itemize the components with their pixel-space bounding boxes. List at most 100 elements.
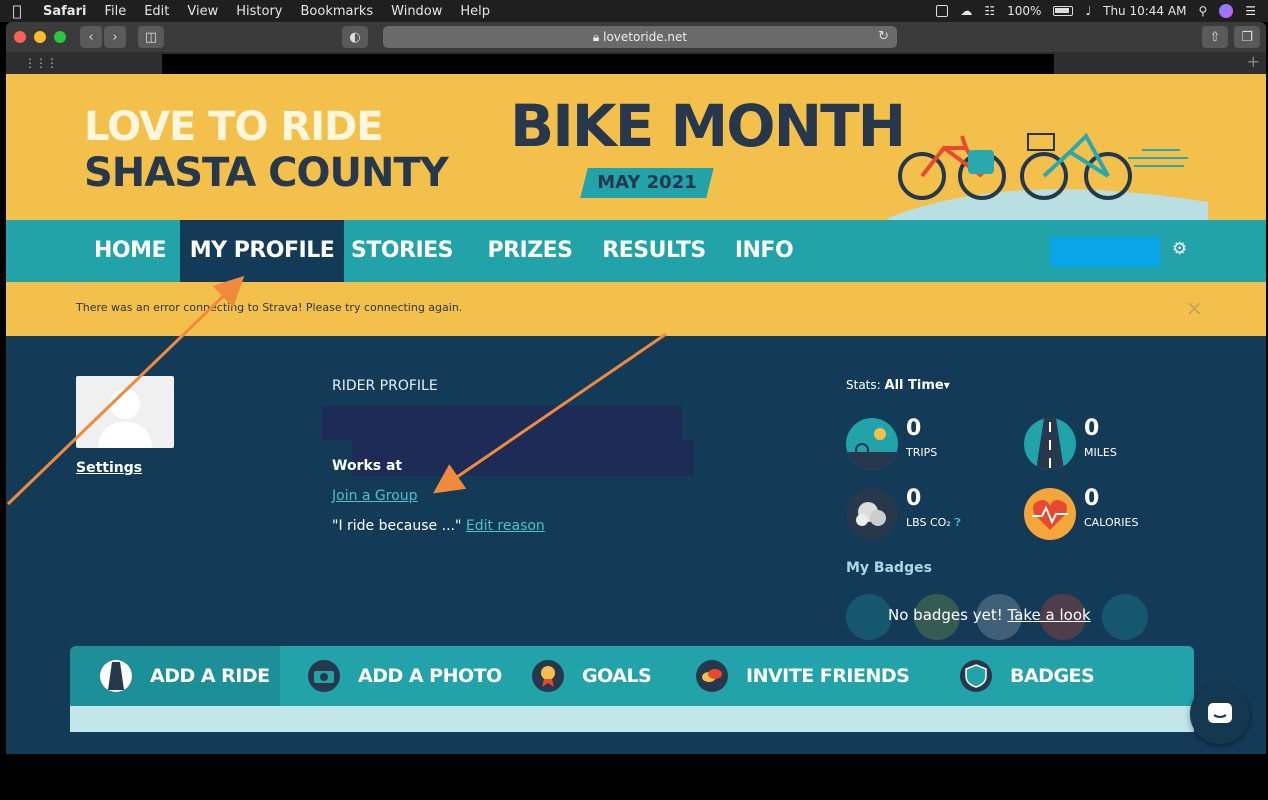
share-icon[interactable]: ⇧ bbox=[1202, 26, 1228, 48]
badge-placeholder-icon bbox=[1102, 594, 1148, 640]
ride-reason-text: "I ride because ..." bbox=[332, 518, 462, 534]
medal-icon bbox=[532, 660, 564, 692]
new-tab-icon[interactable]: + bbox=[1247, 52, 1260, 71]
heart-icon bbox=[1024, 488, 1076, 540]
nav-info[interactable]: INFO bbox=[732, 220, 796, 282]
tab-panel bbox=[70, 706, 1194, 732]
menu-view[interactable]: View bbox=[178, 4, 227, 19]
tabs-overview-icon[interactable]: ❐ bbox=[1234, 26, 1260, 48]
trips-label: TRIPS bbox=[906, 446, 938, 459]
screen:  Safari File Edit View History Bookmark… bbox=[0, 0, 1268, 800]
address-bar[interactable]: 🔒︎ lovetoride.net ↻ bbox=[383, 26, 897, 48]
edit-reason-link[interactable]: Edit reason bbox=[466, 518, 545, 534]
take-a-look-link[interactable]: Take a look bbox=[1008, 606, 1091, 624]
badge-shield-icon bbox=[960, 660, 992, 692]
trips-icon bbox=[846, 418, 898, 470]
macos-menu-bar:  Safari File Edit View History Bookmark… bbox=[0, 0, 1268, 22]
redacted-name bbox=[322, 406, 682, 440]
safari-toolbar: ‹ › ◫ ◐ 🔒︎ lovetoride.net ↻ ⇧ ❐ bbox=[6, 22, 1266, 52]
battery-icon[interactable] bbox=[1053, 6, 1074, 16]
camera-icon bbox=[308, 660, 340, 692]
nav-results[interactable]: RESULTS bbox=[600, 220, 708, 282]
co2-cloud-icon bbox=[846, 488, 898, 540]
spotlight-search-icon[interactable]: ⚲ bbox=[1198, 4, 1207, 18]
menu-help[interactable]: Help bbox=[451, 4, 499, 19]
nav-stories[interactable]: STORIES bbox=[350, 220, 454, 282]
battery-percent[interactable]: 100% bbox=[1007, 4, 1041, 18]
redacted-bookmarks bbox=[162, 54, 1054, 74]
tab-goals[interactable]: GOALS bbox=[532, 646, 672, 706]
stats-label: Stats: bbox=[846, 378, 881, 392]
calories-label: CALORIES bbox=[1084, 516, 1139, 529]
error-alert: There was an error connecting to Strava!… bbox=[6, 282, 1266, 336]
close-icon[interactable]: × bbox=[1186, 296, 1203, 320]
user-silhouette-icon bbox=[98, 389, 152, 448]
menu-history[interactable]: History bbox=[227, 4, 291, 19]
site-banner: LOVE TO RIDE SHASTA COUNTY BIKE MONTH MA… bbox=[6, 74, 1266, 220]
stats-period[interactable]: All Time bbox=[885, 378, 944, 393]
nav-home[interactable]: HOME bbox=[80, 220, 180, 282]
user-menu-redacted[interactable] bbox=[1050, 237, 1160, 267]
nav-prizes[interactable]: PRIZES bbox=[482, 220, 578, 282]
menu-window[interactable]: Window bbox=[382, 4, 451, 19]
tab-add-ride[interactable]: ADD A RIDE bbox=[70, 646, 280, 706]
tab-badges[interactable]: BADGES bbox=[960, 646, 1140, 706]
chat-launcher-button[interactable] bbox=[1190, 684, 1250, 744]
no-badges-message: No badges yet! Take a look bbox=[888, 606, 1091, 624]
works-at-label: Works at bbox=[332, 458, 403, 474]
gear-icon[interactable]: ⚙ bbox=[1172, 239, 1187, 259]
menu-edit[interactable]: Edit bbox=[135, 4, 178, 19]
redacted-workplace bbox=[352, 440, 694, 476]
cloud-icon[interactable]: ☁ bbox=[960, 4, 972, 18]
help-icon[interactable]: ❓︎ bbox=[954, 516, 961, 529]
road-icon bbox=[100, 660, 132, 692]
volume-icon[interactable]: ♩ bbox=[1085, 4, 1091, 18]
menu-bookmarks[interactable]: Bookmarks bbox=[292, 4, 383, 19]
minimize-window-button[interactable] bbox=[34, 31, 46, 43]
tab-add-photo[interactable]: ADD A PHOTO bbox=[308, 646, 508, 706]
co2-label: LBS CO₂ ❓︎ bbox=[906, 516, 961, 529]
avatar[interactable] bbox=[76, 376, 174, 448]
stats-period-selector[interactable]: Stats: All Time▾ bbox=[846, 378, 950, 393]
close-window-button[interactable] bbox=[14, 31, 26, 43]
site-logo-line1[interactable]: LOVE TO RIDE bbox=[84, 104, 384, 150]
forward-button[interactable]: › bbox=[104, 26, 126, 48]
sidebar-toggle-icon[interactable]: ◫ bbox=[138, 26, 164, 48]
wifi-icon[interactable]: ☷ bbox=[984, 4, 995, 18]
ride-reason: "I ride because ..." Edit reason bbox=[332, 518, 545, 534]
menu-app-name[interactable]: Safari bbox=[34, 4, 95, 19]
favorites-bar: ⋮⋮⋮ + bbox=[6, 52, 1266, 74]
chat-bubbles-icon bbox=[696, 660, 728, 692]
miles-label: MILES bbox=[1084, 446, 1117, 459]
screen-mirror-icon[interactable] bbox=[936, 5, 949, 17]
lock-icon: 🔒︎ bbox=[592, 29, 604, 44]
nav-my-profile[interactable]: MY PROFILE bbox=[180, 220, 344, 282]
settings-link[interactable]: Settings bbox=[76, 460, 142, 476]
badge-placeholder-icon bbox=[846, 594, 892, 640]
action-tabs: ADD A RIDE ADD A PHOTO GOALS INVITE FRIE… bbox=[70, 646, 1194, 706]
alert-message: There was an error connecting to Strava!… bbox=[76, 301, 463, 314]
reload-icon[interactable]: ↻ bbox=[878, 29, 889, 44]
site-logo-line2[interactable]: SHASTA COUNTY bbox=[84, 150, 449, 196]
chat-icon bbox=[1208, 703, 1232, 723]
tab-invite-friends[interactable]: INVITE FRIENDS bbox=[696, 646, 926, 706]
event-date-ribbon: MAY 2021 bbox=[574, 164, 720, 202]
privacy-shield-icon[interactable]: ◐ bbox=[342, 26, 368, 48]
url-text: lovetoride.net bbox=[603, 30, 688, 44]
menu-file[interactable]: File bbox=[95, 4, 135, 19]
my-badges-heading: My Badges bbox=[846, 560, 932, 576]
road-icon bbox=[1024, 418, 1076, 470]
control-center-icon[interactable]: ☰ bbox=[1245, 4, 1256, 18]
back-button[interactable]: ‹ bbox=[80, 26, 102, 48]
calories-value: 0 bbox=[1084, 486, 1100, 511]
bicycles-illustration-icon bbox=[888, 132, 1208, 220]
zoom-window-button[interactable] bbox=[54, 31, 66, 43]
favorites-grid-icon[interactable]: ⋮⋮⋮ bbox=[24, 56, 58, 70]
apple-menu-icon[interactable]:  bbox=[0, 2, 34, 20]
join-group-link[interactable]: Join a Group bbox=[332, 488, 418, 504]
siri-icon[interactable] bbox=[1219, 4, 1234, 18]
clock[interactable]: Thu 10:44 AM bbox=[1103, 4, 1186, 18]
miles-value: 0 bbox=[1084, 416, 1100, 441]
trips-value: 0 bbox=[906, 416, 922, 441]
main-nav: HOME MY PROFILE STORIES PRIZES RESULTS I… bbox=[6, 220, 1266, 282]
